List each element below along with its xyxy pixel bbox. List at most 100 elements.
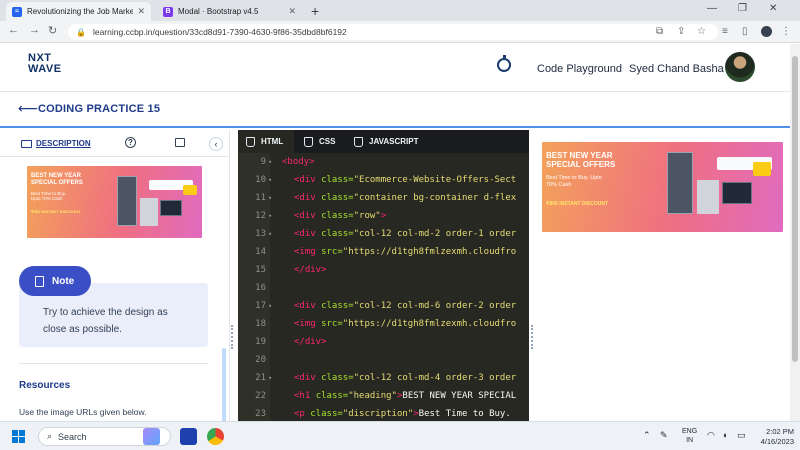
wifi-icon[interactable]: ◠	[707, 430, 715, 441]
side-panel-icon[interactable]: ▯	[742, 26, 748, 37]
timer-icon[interactable]	[497, 55, 511, 72]
avatar[interactable]	[725, 52, 755, 82]
code-line[interactable]: 9 ▾ <body>	[238, 153, 529, 171]
code-editor[interactable]: HTML CSS JAVASCRIPT 9 ▾ <body> 10 ▾ <div clas…	[238, 130, 529, 426]
code-token: <img	[294, 319, 322, 329]
code-token: <div	[294, 301, 322, 311]
discussion-icon[interactable]	[175, 138, 185, 147]
code-line[interactable]: 14 <img src="https://d1tgh8fmlzexmh.cloud…	[238, 243, 529, 261]
code-token: class=	[321, 301, 354, 311]
teams-chat-icon[interactable]	[180, 428, 197, 445]
reading-list-icon[interactable]: ≡	[722, 26, 728, 37]
fold-toggle-icon[interactable]: ▾	[268, 171, 272, 189]
open-in-app-icon[interactable]: ⧉	[656, 26, 663, 37]
browser-tab[interactable]: B Modal · Bootstrap v4.5 ✕	[157, 2, 302, 21]
code-text: <body>	[282, 153, 315, 171]
fold-toggle-icon[interactable]: ▾	[268, 297, 272, 315]
preview-banner-subtitle: Best Time to Buy. Upto 70% Cash	[546, 175, 602, 188]
code-line[interactable]: 22 <h1 class="heading">BEST NEW YEAR SPEC…	[238, 387, 529, 405]
bookmark-star-icon[interactable]: ☆	[697, 26, 706, 37]
tab-javascript[interactable]: JAVASCRIPT	[346, 130, 436, 153]
fold-toggle-icon[interactable]: ▾	[268, 369, 272, 387]
nxtwave-logo[interactable]: NXT WAVE	[28, 53, 62, 75]
pen-menu-icon[interactable]: ✎	[660, 430, 668, 441]
line-number: 18	[255, 319, 266, 329]
code-line[interactable]: 15 </div>	[238, 261, 529, 279]
minimize-button[interactable]: —	[707, 3, 717, 14]
fridge-graphic	[117, 176, 137, 226]
line-number: 19	[255, 337, 266, 347]
browser-tab-bar: ≈ Revolutionizing the Job Market | ✕ B M…	[0, 0, 800, 21]
collapse-panel-icon[interactable]: ‹	[209, 137, 223, 151]
code-token: <img	[294, 247, 322, 257]
code-line[interactable]: 13 ▾ <div class="col-12 col-md-2 order-1 o…	[238, 225, 529, 243]
tv-graphic	[160, 200, 182, 216]
tab-css[interactable]: CSS	[296, 130, 346, 153]
language-indicator[interactable]: ENG IN	[682, 427, 697, 445]
code-token: </div>	[294, 337, 327, 347]
practice-title-bar: ⟵ CODING PRACTICE 15	[0, 92, 790, 128]
code-line[interactable]: 12 ▾ <div class="row">	[238, 207, 529, 225]
battery-icon[interactable]: ▭	[737, 430, 746, 441]
code-token: class=	[321, 193, 354, 203]
close-window-button[interactable]: ✕	[769, 3, 777, 14]
code-token: "heading"	[348, 391, 397, 401]
volume-icon[interactable]: ◖	[722, 430, 727, 440]
fold-toggle-icon[interactable]: ▾	[268, 189, 272, 207]
close-tab-icon[interactable]: ✕	[288, 6, 296, 17]
browser-tab-active[interactable]: ≈ Revolutionizing the Job Market | ✕	[6, 2, 151, 21]
url-input[interactable]: 🔒 learning.ccbp.in/question/33cd8d91-739…	[68, 24, 718, 40]
system-clock[interactable]: 2:02 PM 4/16/2023	[754, 427, 794, 447]
washing-machine-graphic	[140, 198, 158, 226]
maximize-button[interactable]: ❐	[738, 3, 747, 14]
code-playground-link[interactable]: Code Playground	[537, 63, 622, 75]
windows-start-icon[interactable]	[12, 430, 25, 443]
back-arrow-icon[interactable]: ⟵	[18, 100, 38, 117]
menu-kebab-icon[interactable]: ⋮	[781, 26, 791, 37]
code-line[interactable]: 21 ▾ <div class="col-12 col-md-4 order-3 o…	[238, 369, 529, 387]
tab-description[interactable]: DESCRIPTION	[21, 139, 91, 148]
fold-toggle-icon[interactable]: ▾	[268, 225, 272, 243]
show-hidden-icons-icon[interactable]: ⌃	[643, 430, 651, 441]
code-text: <h1 class="heading">BEST NEW YEAR SPECIA…	[294, 387, 516, 405]
search-highlight-icon[interactable]	[143, 428, 160, 445]
preview-offer-banner: BEST NEW YEAR SPECIAL OFFERS Best Time t…	[542, 142, 783, 232]
fold-toggle-icon[interactable]: ▾	[268, 207, 272, 225]
code-token: "col-12 col-md-4 order-3 order	[353, 373, 517, 383]
reload-icon[interactable]: ↻	[48, 24, 57, 37]
fridge-graphic	[667, 152, 693, 214]
code-line[interactable]: 11 ▾ <div class="container bg-container d-…	[238, 189, 529, 207]
close-tab-icon[interactable]: ✕	[137, 6, 145, 17]
appliances-graphic	[667, 152, 772, 222]
share-icon[interactable]: ⇪	[677, 26, 685, 37]
code-line[interactable]: 19 </div>	[238, 333, 529, 351]
help-icon[interactable]: ?	[125, 137, 136, 148]
code-line[interactable]: 20	[238, 351, 529, 369]
page-scrollbar[interactable]	[790, 44, 800, 426]
note-label: Note	[52, 275, 75, 287]
code-text: <div class="container bg-container d-fle…	[294, 189, 516, 207]
resize-handle-left[interactable]	[231, 325, 233, 349]
code-token: <div	[294, 229, 322, 239]
forward-icon[interactable]: →	[29, 24, 40, 36]
code-line[interactable]: 17 ▾ <div class="col-12 col-md-6 order-2 o…	[238, 297, 529, 315]
back-icon[interactable]: ←	[8, 24, 19, 36]
code-token: "container bg-container d-flex	[353, 193, 517, 203]
code-line[interactable]: 10 ▾ <div class="Ecommerce-Website-Offers-…	[238, 171, 529, 189]
new-tab-button[interactable]: +	[311, 3, 319, 19]
tab-html[interactable]: HTML	[238, 130, 294, 153]
panel-scrollbar[interactable]	[222, 348, 226, 424]
chrome-icon[interactable]	[207, 428, 224, 445]
fold-toggle-icon[interactable]: ▾	[268, 153, 272, 171]
page-scrollbar-thumb[interactable]	[792, 56, 798, 362]
resize-handle-right[interactable]	[531, 325, 533, 349]
washing-machine-graphic	[697, 180, 719, 214]
editor-tabs: HTML CSS JAVASCRIPT	[238, 130, 529, 153]
code-line[interactable]: 16	[238, 279, 529, 297]
user-name[interactable]: Syed Chand Basha	[629, 63, 724, 75]
code-line[interactable]: 18 <img src="https://d1tgh8fmlzexmh.cloud…	[238, 315, 529, 333]
code-token: "https://d1tgh8fmlzexmh.cloudfro	[342, 319, 517, 329]
clock-date: 4/16/2023	[760, 437, 794, 446]
profile-avatar-icon[interactable]	[761, 26, 772, 37]
banner-heading: BEST NEW YEAR SPECIAL OFFERS	[31, 173, 83, 186]
